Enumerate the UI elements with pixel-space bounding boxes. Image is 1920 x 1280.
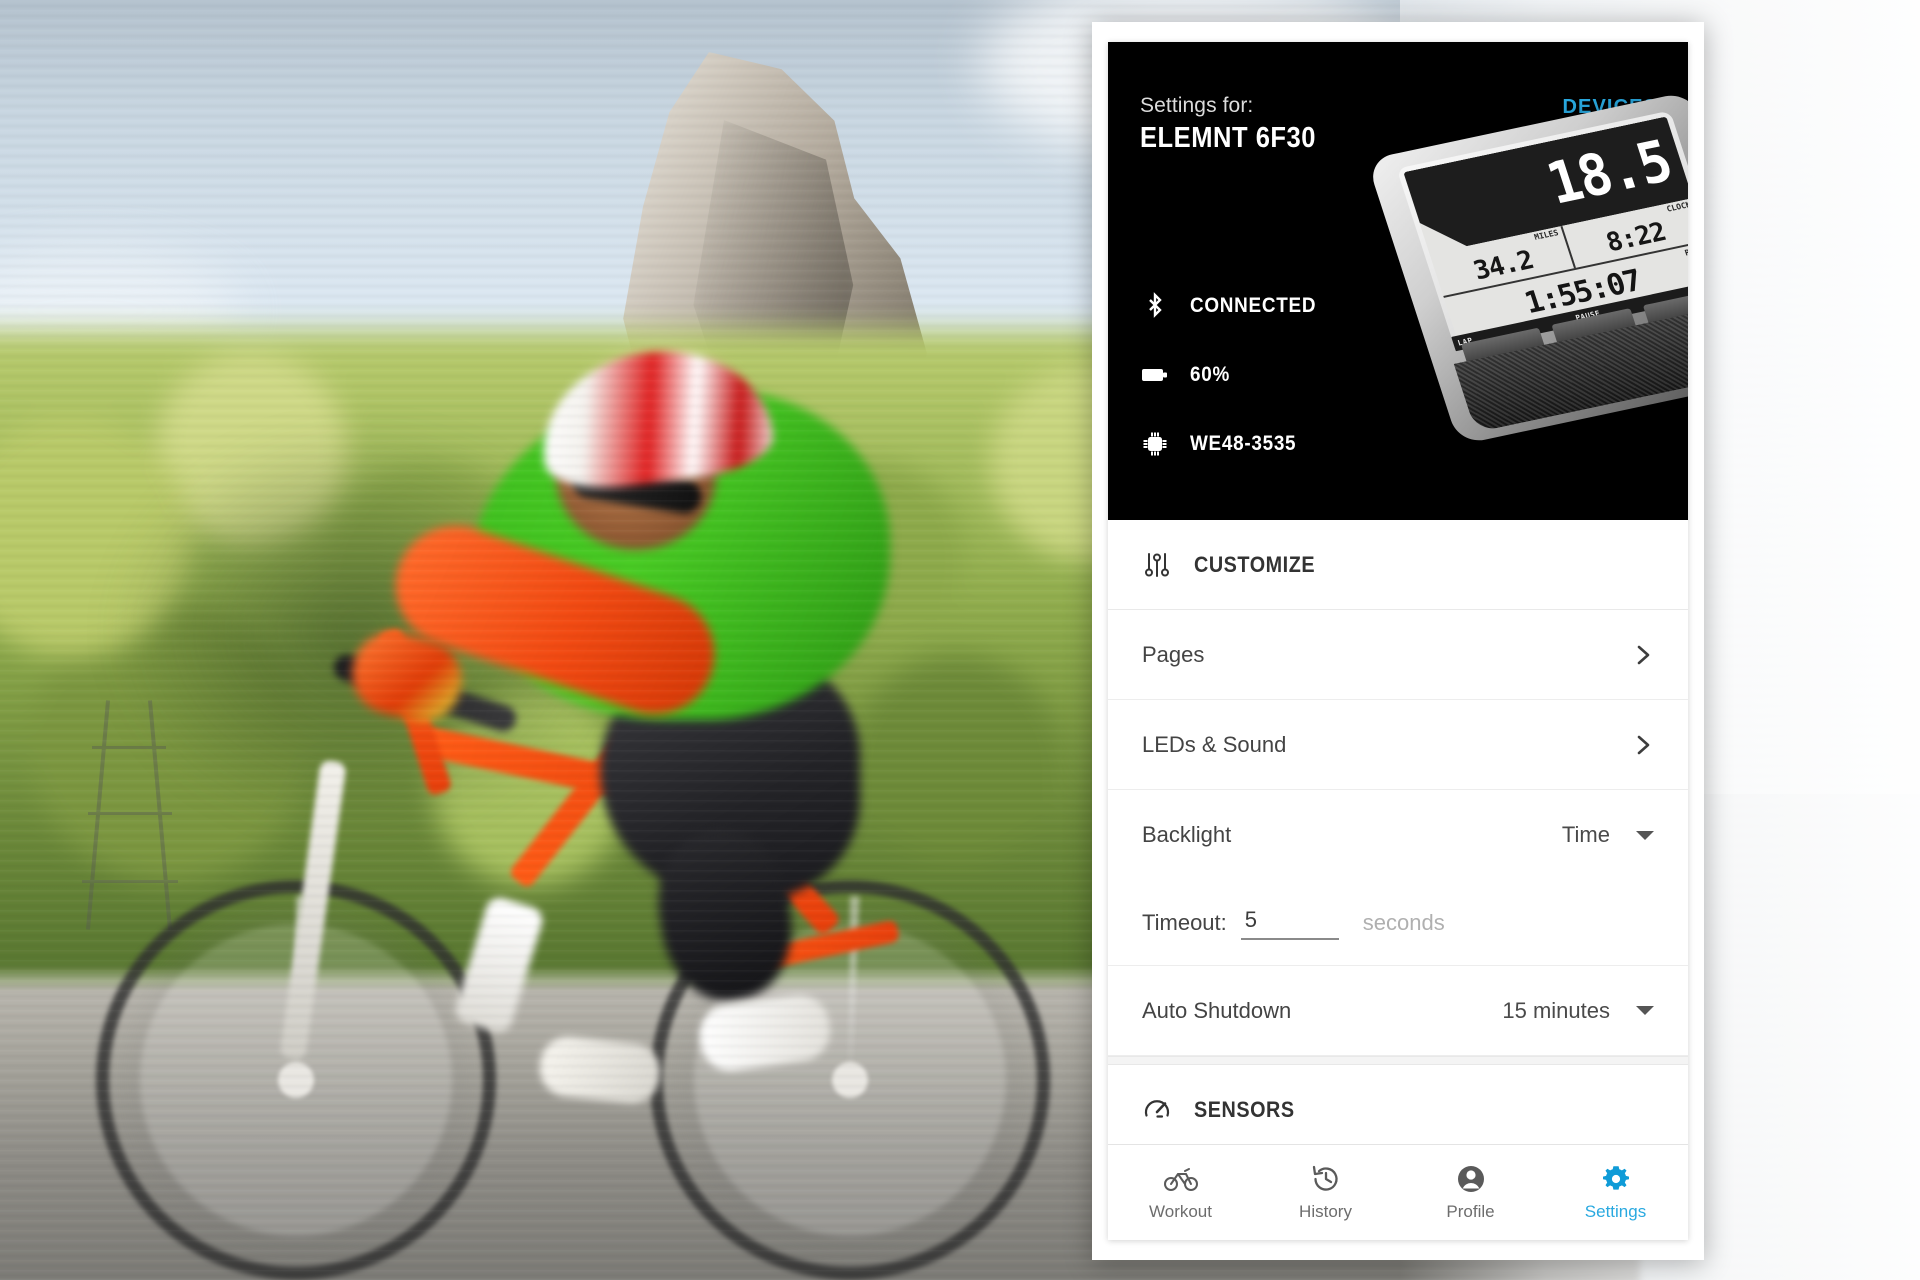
row-auto-shutdown[interactable]: Auto Shutdown 15 minutes — [1108, 966, 1688, 1056]
section-divider — [1108, 1056, 1688, 1065]
speedometer-icon — [1142, 1095, 1172, 1125]
tab-workout-label: Workout — [1149, 1202, 1212, 1221]
section-header-customize: CUSTOMIZE — [1108, 520, 1688, 610]
chevron-right-icon — [1632, 644, 1654, 666]
auto-shutdown-dropdown[interactable]: 15 minutes — [1502, 998, 1654, 1024]
device-cell-label: MILES — [1533, 228, 1560, 242]
device-header: Settings for: ELEMNT 6F30 DEVICES 18.5 M… — [1108, 42, 1688, 520]
chip-icon — [1142, 430, 1168, 458]
tab-settings-label: Settings — [1584, 1202, 1647, 1221]
history-clock-icon — [1311, 1163, 1341, 1195]
tab-workout[interactable]: Workout — [1108, 1145, 1253, 1240]
row-pages-label: Pages — [1142, 641, 1205, 667]
settings-list[interactable]: CUSTOMIZE Pages LEDs & Sound Backlight T… — [1108, 520, 1688, 1144]
battery-icon — [1142, 361, 1168, 389]
row-backlight[interactable]: Backlight Time — [1108, 790, 1688, 880]
cyclist — [0, 0, 1100, 1280]
wheel-hub — [278, 1062, 314, 1098]
sliders-icon — [1142, 550, 1172, 580]
row-pages[interactable]: Pages — [1108, 610, 1688, 700]
tab-settings[interactable]: Settings — [1543, 1145, 1688, 1240]
backlight-dropdown[interactable]: Time — [1562, 822, 1654, 848]
tab-history-label: History — [1299, 1202, 1352, 1221]
device-status-list: CONNECTED 60% WE48-3535 — [1142, 292, 1330, 458]
settings-for-label: Settings for: — [1140, 94, 1254, 117]
section-title-customize: CUSTOMIZE — [1194, 551, 1316, 577]
row-leds-sound-label: LEDs & Sound — [1142, 731, 1287, 757]
status-row-connection: CONNECTED — [1142, 292, 1330, 320]
bluetooth-icon — [1142, 292, 1168, 320]
tab-profile[interactable]: Profile — [1398, 1145, 1543, 1240]
person-icon — [1456, 1163, 1486, 1195]
water-bottle — [452, 894, 546, 1036]
timeout-unit-label: seconds — [1362, 909, 1445, 935]
gear-icon — [1601, 1163, 1631, 1195]
device-name: ELEMNT 6F30 — [1140, 122, 1316, 154]
rider-shoe — [537, 1033, 663, 1107]
section-title-sensors: SENSORS — [1194, 1096, 1295, 1122]
row-timeout-label: Timeout: — [1142, 909, 1227, 935]
bicycle-icon — [1163, 1163, 1198, 1195]
settings-panel: Settings for: ELEMNT 6F30 DEVICES 18.5 M… — [1108, 42, 1688, 1240]
screen-root: Settings for: ELEMNT 6F30 DEVICES 18.5 M… — [0, 0, 1920, 1280]
tab-history[interactable]: History — [1253, 1145, 1398, 1240]
bottom-tab-bar: Workout History Profile Settings — [1108, 1144, 1688, 1240]
device-ride-label: RIDE — [1683, 245, 1688, 258]
status-row-firmware: WE48-3535 — [1142, 430, 1330, 458]
backlight-selected-value: Time — [1561, 822, 1610, 847]
chevron-right-icon — [1632, 734, 1654, 756]
device-primary-value: 18.5 — [1538, 127, 1679, 218]
row-auto-shutdown-label: Auto Shutdown — [1142, 997, 1292, 1023]
status-connection-text: CONNECTED — [1190, 294, 1317, 317]
tab-profile-label: Profile — [1446, 1202, 1495, 1221]
status-firmware-text: WE48-3535 — [1190, 432, 1297, 455]
row-backlight-label: Backlight — [1142, 822, 1232, 847]
row-timeout[interactable]: Timeout: seconds — [1108, 880, 1688, 966]
row-leds-sound[interactable]: LEDs & Sound — [1108, 700, 1688, 790]
section-header-sensors: SENSORS — [1108, 1065, 1688, 1144]
chevron-down-icon — [1636, 830, 1654, 840]
auto-shutdown-selected-value: 15 minutes — [1502, 997, 1610, 1023]
device-photo: 18.5 MILES 34.2 CLOCK 8:22 RIDE 1:55:07 … — [1366, 90, 1688, 446]
status-row-battery: 60% — [1142, 361, 1330, 389]
chevron-down-icon — [1636, 1006, 1654, 1015]
timeout-input[interactable] — [1240, 905, 1339, 940]
wheel-hub — [832, 1062, 868, 1098]
status-battery-text: 60% — [1190, 363, 1230, 386]
